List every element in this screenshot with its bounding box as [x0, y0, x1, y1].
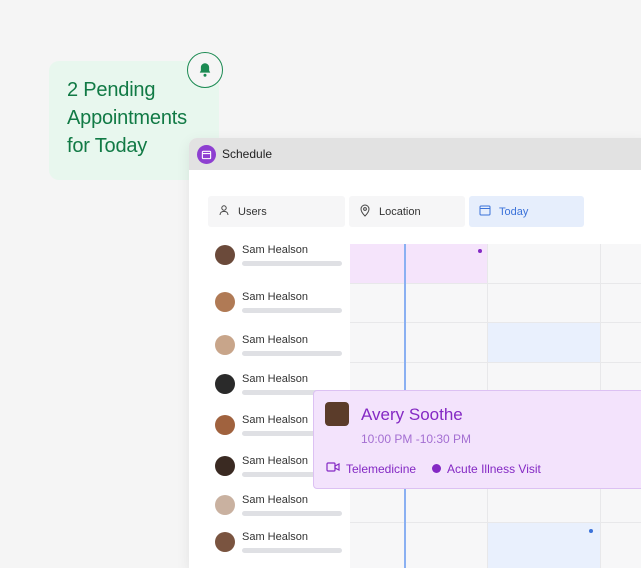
appointment-card[interactable]: Avery Soothe 10:00 PM -10:30 PM Telemedi…: [313, 390, 641, 489]
booked-slot[interactable]: [350, 244, 487, 283]
titlebar: Schedule: [189, 138, 641, 170]
user-name: Sam Healson: [242, 244, 309, 256]
calendar-icon: [197, 144, 216, 164]
schedule-window: Schedule Users Location Today Sam Healso…: [189, 138, 641, 568]
avatar: [215, 495, 235, 515]
grid-line: [350, 322, 641, 323]
user-icon: [218, 204, 230, 219]
avatar: [215, 374, 235, 394]
highlighted-slot[interactable]: [487, 522, 600, 568]
user-name: Sam Healson: [242, 455, 309, 467]
user-name: Sam Healson: [242, 291, 309, 303]
avatar: [215, 335, 235, 355]
user-name: Sam Healson: [242, 373, 309, 385]
video-camera-icon: [326, 461, 340, 476]
placeholder-bar: [242, 261, 342, 266]
user-name: Sam Healson: [242, 414, 309, 426]
today-filter[interactable]: Today: [469, 196, 584, 227]
user-name: Sam Healson: [242, 334, 309, 346]
placeholder-bar: [242, 308, 342, 313]
grid-line: [350, 522, 641, 523]
status-dot-icon: [432, 464, 442, 473]
users-filter[interactable]: Users: [208, 196, 345, 227]
today-filter-label: Today: [499, 205, 529, 218]
window-title: Schedule: [222, 147, 273, 161]
appointment-time: 10:00 PM -10:30 PM: [361, 432, 472, 446]
avatar: [325, 402, 349, 426]
grid-line: [350, 283, 641, 284]
location-filter-label: Location: [379, 205, 421, 218]
placeholder-bar: [242, 511, 342, 516]
user-name: Sam Healson: [242, 531, 309, 543]
highlighted-slot[interactable]: [487, 322, 600, 362]
avatar: [215, 532, 235, 552]
location-pin-icon: [359, 204, 371, 220]
pending-appointments-text: 2 Pending Appointments for Today: [67, 79, 187, 157]
slot-dot: [589, 529, 593, 533]
visit-reason-tag: Acute Illness Visit: [432, 462, 541, 476]
calendar-icon: [479, 204, 491, 219]
avatar: [215, 292, 235, 312]
grid-line: [350, 362, 641, 363]
patient-name: Avery Soothe: [361, 405, 463, 424]
bell-icon[interactable]: [187, 52, 223, 88]
user-name: Sam Healson: [242, 494, 309, 506]
filter-bar: Users Location Today: [208, 196, 584, 227]
telemedicine-tag: Telemedicine: [326, 461, 416, 476]
avatar: [215, 245, 235, 265]
appointment-type: Telemedicine: [346, 461, 417, 476]
users-filter-label: Users: [238, 205, 267, 218]
placeholder-bar: [242, 351, 342, 356]
avatar: [215, 456, 235, 476]
appointment-tags: Telemedicine Acute Illness Visit: [326, 461, 541, 476]
slot-dot: [478, 249, 482, 253]
avatar: [215, 415, 235, 435]
location-filter[interactable]: Location: [349, 196, 465, 227]
placeholder-bar: [242, 548, 342, 553]
visit-reason: Acute Illness Visit: [447, 461, 541, 476]
